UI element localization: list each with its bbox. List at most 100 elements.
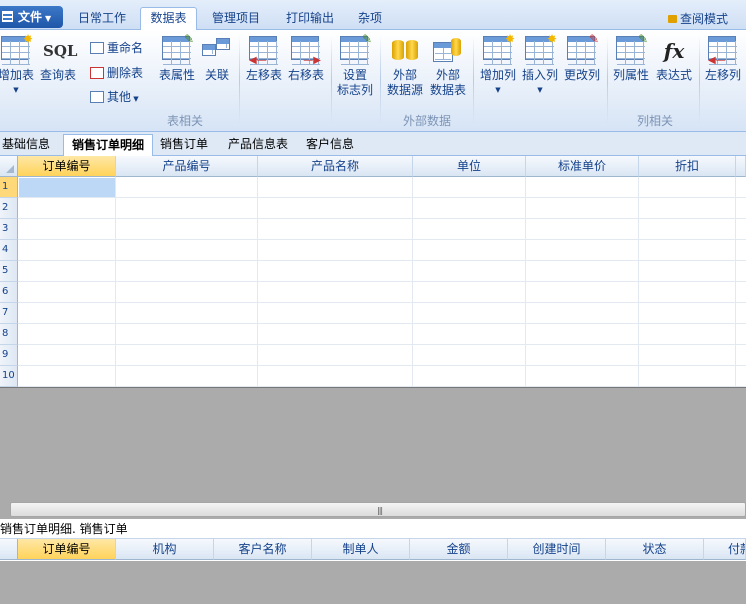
table-row[interactable] (18, 177, 746, 198)
column-header[interactable]: 产品编号 (116, 156, 258, 177)
relation-button[interactable]: 关联 (200, 36, 234, 83)
function-icon: fx (663, 39, 685, 63)
row-number[interactable]: 9 (0, 345, 18, 366)
tab-sales-order[interactable]: 销售订单 (160, 134, 220, 156)
rename-button[interactable]: 重命名 (90, 39, 143, 56)
other-icon (90, 91, 104, 103)
query-table-button[interactable]: SQL 查询表 (38, 36, 78, 83)
tab-misc[interactable]: 杂项 (350, 9, 390, 30)
add-table-icon: ✸ (1, 32, 33, 66)
select-all-corner[interactable] (0, 539, 18, 560)
tab-customer-info[interactable]: 客户信息 (306, 134, 364, 156)
row-number[interactable]: 4 (0, 240, 18, 261)
set-flag-column-button[interactable]: ✎ 设置 标志列 (334, 32, 376, 98)
tab-print-output[interactable]: 打印输出 (276, 9, 344, 30)
table-row[interactable] (18, 261, 746, 282)
splitter-handle[interactable]: ||| (10, 502, 746, 517)
table-tabs: 基础信息 销售订单明细 销售订单 产品信息表 客户信息 (0, 132, 746, 156)
rename-icon (90, 42, 104, 54)
row-number[interactable]: 10 (0, 366, 18, 387)
move-column-left-icon: ◀— (708, 36, 738, 66)
relation-icon (202, 36, 232, 66)
other-button[interactable]: 其他 ▼ (90, 88, 139, 105)
insert-column-icon: ✸ (525, 32, 557, 66)
column-properties-icon: ✎ (616, 32, 648, 66)
column-header[interactable]: 客户名称 (214, 539, 312, 560)
column-header[interactable]: 创建时间 (508, 539, 606, 560)
modify-column-button[interactable]: ✎ 更改列 (561, 32, 603, 83)
column-header[interactable]: 状态 (606, 539, 704, 560)
column-header[interactable]: 订单编号 (18, 156, 116, 177)
table-row[interactable] (18, 198, 746, 219)
grip-icon: ||| (377, 506, 383, 515)
expression-button[interactable]: fx 表达式 (653, 36, 695, 83)
external-table-button[interactable]: 外部 数据表 (427, 36, 469, 98)
external-table-icon (433, 36, 463, 66)
flag-column-icon: ✎ (340, 32, 372, 66)
column-header[interactable]: 产品名称 (258, 156, 413, 177)
table-row[interactable] (18, 282, 746, 303)
column-header[interactable]: 金额 (410, 539, 508, 560)
column-header[interactable]: 付款 (704, 539, 746, 560)
data-grid-detail: 订单编号 产品编号 产品名称 单位 标准单价 折扣 1 2 3 4 5 6 7 … (0, 156, 746, 388)
chevron-down-icon: ▼ (131, 95, 139, 103)
column-header[interactable]: 折扣 (639, 156, 736, 177)
ribbon: ✸ 增加表 ▼ SQL 查询表 重命名 删除表 其他 ▼ ✎ 表属性 关联 ◀—… (0, 30, 746, 132)
tab-daily-work[interactable]: 日常工作 (68, 9, 136, 30)
move-table-right-button[interactable]: —▶ 右移表 (285, 36, 327, 83)
group-label-table: 表相关 (166, 114, 203, 128)
sub-table-caption: 销售订单明细. 销售订单 (0, 519, 746, 539)
column-header[interactable]: 机构 (116, 539, 214, 560)
row-number[interactable]: 8 (0, 324, 18, 345)
column-header (736, 156, 746, 177)
table-properties-icon: ✎ (162, 32, 194, 66)
row-number[interactable]: 6 (0, 282, 18, 303)
column-header[interactable]: 订单编号 (18, 539, 116, 560)
table-row[interactable] (18, 324, 746, 345)
chevron-down-icon: ▼ (45, 14, 52, 23)
file-menu-icon (2, 11, 13, 22)
menu-bar: 文件 ▼ 日常工作 数据表 管理项目 打印输出 杂项 查阅模式 (0, 0, 746, 31)
tab-data-table[interactable]: 数据表 (140, 7, 197, 31)
row-number[interactable]: 2 (0, 198, 18, 219)
column-header[interactable]: 制单人 (312, 539, 410, 560)
tab-sales-order-detail[interactable]: 销售订单明细 (63, 134, 153, 156)
lock-icon (667, 15, 677, 23)
chevron-down-icon: ▼ (495, 86, 501, 94)
view-mode-toggle[interactable]: 查阅模式 (667, 10, 728, 27)
table-row[interactable] (18, 240, 746, 261)
column-properties-button[interactable]: ✎ 列属性 (610, 32, 652, 83)
delete-table-button[interactable]: 删除表 (90, 64, 143, 81)
external-datasource-button[interactable]: 外部 数据源 (384, 36, 426, 98)
row-number[interactable]: 3 (0, 219, 18, 240)
table-properties-button[interactable]: ✎ 表属性 (156, 32, 198, 83)
row-number[interactable]: 1 (0, 177, 18, 198)
move-column-left-button[interactable]: ◀— 左移列 (702, 36, 744, 83)
row-number[interactable]: 7 (0, 303, 18, 324)
column-header[interactable]: 单位 (413, 156, 526, 177)
insert-column-button[interactable]: ✸ 插入列 ▼ (519, 32, 561, 98)
group-label-external: 外部数据 (402, 114, 451, 128)
data-grid-orders: 订单编号 机构 客户名称 制单人 金额 创建时间 状态 付款 (0, 539, 746, 561)
column-header[interactable]: 标准单价 (526, 156, 639, 177)
table-row[interactable] (18, 219, 746, 240)
select-all-corner[interactable] (0, 156, 18, 177)
move-table-left-button[interactable]: ◀— 左移表 (243, 36, 285, 83)
tab-product-info[interactable]: 产品信息表 (228, 134, 300, 156)
table-row[interactable] (18, 366, 746, 387)
move-left-icon: ◀— (249, 36, 279, 66)
group-label-column: 列相关 (636, 114, 673, 128)
table-row[interactable] (18, 345, 746, 366)
delete-table-icon (90, 67, 104, 79)
table-row[interactable] (18, 303, 746, 324)
tab-manage-project[interactable]: 管理项目 (202, 9, 270, 30)
move-right-icon: —▶ (291, 36, 321, 66)
modify-column-icon: ✎ (567, 32, 599, 66)
add-table-button[interactable]: ✸ 增加表 ▼ (0, 32, 36, 98)
tab-basic-info[interactable]: 基础信息 (2, 134, 60, 156)
file-menu-button[interactable]: 文件 ▼ (0, 6, 63, 28)
add-column-button[interactable]: ✸ 增加列 ▼ (477, 32, 519, 98)
add-column-icon: ✸ (483, 32, 515, 66)
row-number[interactable]: 5 (0, 261, 18, 282)
chevron-down-icon: ▼ (537, 86, 543, 94)
